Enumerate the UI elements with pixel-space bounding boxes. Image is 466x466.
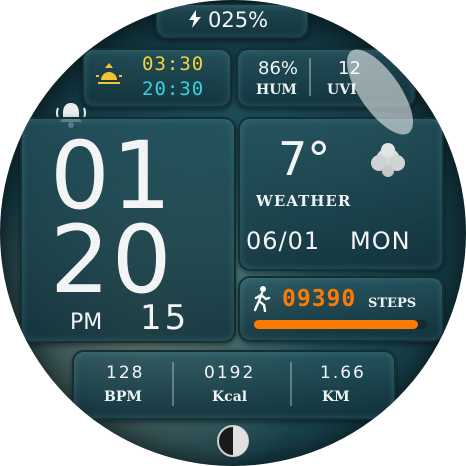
time-seconds: 15	[140, 298, 190, 338]
date-weekday: MON	[350, 227, 411, 255]
weather-label: WEATHER	[256, 192, 352, 210]
steps-progress-track	[254, 320, 428, 329]
weather-temp: 7°	[278, 132, 331, 186]
walking-person-icon	[252, 286, 272, 316]
time-minutes: 20	[50, 206, 174, 315]
stats-panel[interactable]	[72, 350, 396, 420]
hum-uv-divider	[309, 58, 311, 96]
moon-phase-icon[interactable]	[216, 424, 250, 462]
humidity-label: HUM	[256, 82, 297, 98]
time-ampm: PM	[70, 310, 103, 335]
stats-divider	[290, 362, 292, 406]
humidity-value: 86%	[258, 58, 299, 79]
km-value: 1.66	[320, 363, 366, 383]
sunset-time: 20:30	[142, 78, 205, 100]
bpm-value: 128	[106, 363, 145, 383]
kcal-label: Kcal	[212, 389, 248, 405]
stats-divider	[172, 362, 174, 406]
km-label: KM	[322, 389, 350, 405]
date-day-month: 06/01	[246, 227, 321, 255]
cloud-icon	[366, 138, 410, 186]
bpm-label: BPM	[104, 389, 142, 405]
battery-value: 025%	[208, 8, 269, 32]
steps-label: STEPS	[368, 296, 417, 311]
sunrise-icon	[96, 62, 122, 90]
steps-progress-fill	[254, 320, 418, 329]
steps-value: 09390	[282, 286, 357, 312]
lightning-bolt-icon	[188, 10, 202, 32]
watch-face: 025% 03:30 20:30 86% HUM 12 UVI 01 20 PM…	[0, 0, 466, 466]
kcal-value: 0192	[204, 363, 256, 383]
sunrise-time: 03:30	[142, 53, 205, 75]
